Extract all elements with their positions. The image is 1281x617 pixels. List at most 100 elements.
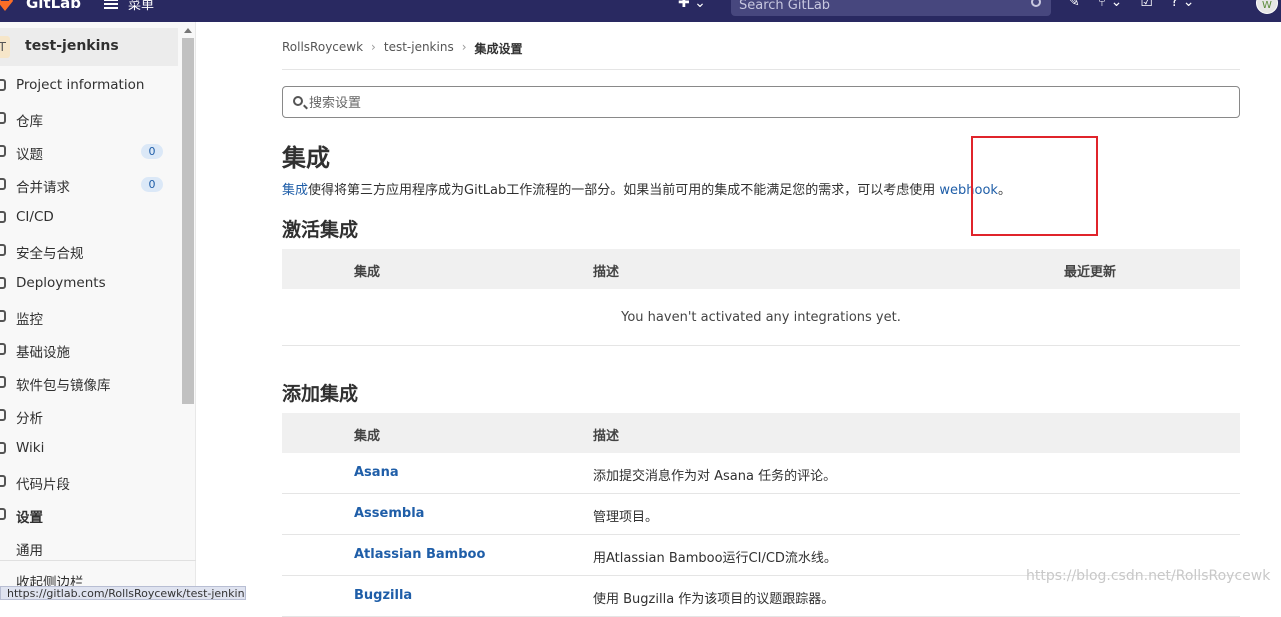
sidebar-item-label: CI/CD [16, 209, 54, 225]
count-badge: 0 [141, 177, 163, 192]
brand-name[interactable]: GitLab [26, 0, 81, 12]
issues-icon[interactable]: ☑ [1140, 0, 1153, 10]
project-name: test-jenkins [25, 38, 119, 54]
integration-link[interactable]: Assembla [354, 506, 424, 521]
chevron-right-icon: › [461, 40, 467, 54]
table-row: Asana 添加提交消息作为对 Asana 任务的评论。 [282, 453, 1240, 494]
table-row: Assembla 管理项目。 [282, 494, 1240, 535]
status-bar-url: https://gitlab.com/RollsRoycewk/test-jen… [0, 586, 246, 600]
integration-link[interactable]: Asana [354, 465, 399, 480]
watermark: https://blog.csdn.net/RollsRoycewk [1026, 568, 1271, 584]
sidebar-item-label: 基础设施 [16, 345, 70, 361]
sidebar-item-label: 设置 [16, 510, 43, 526]
sidebar-item[interactable]: 监控 [0, 304, 178, 330]
sidebar-item[interactable]: CI/CD [0, 205, 178, 231]
sidebar-scrollbar[interactable] [180, 26, 194, 406]
intro-text: 集成使得将第三方应用程序成为GitLab工作流程的一部分。如果当前可用的集成不能… [282, 179, 1011, 198]
global-search-placeholder: Search GitLab [739, 0, 831, 13]
package-icon [0, 376, 6, 388]
column-description: 描述 [593, 429, 620, 444]
sidebar-item-label: 代码片段 [16, 477, 70, 493]
sidebar-item[interactable]: 代码片段 [0, 469, 178, 495]
chart-icon [0, 409, 6, 421]
integration-description: 管理项目。 [593, 510, 659, 525]
page-title: 集成 [282, 144, 330, 172]
sidebar-item-label: 安全与合规 [16, 246, 84, 262]
deployments-icon [0, 277, 6, 289]
info-icon [0, 79, 6, 91]
sidebar-item[interactable]: 安全与合规 [0, 238, 178, 264]
sidebar: T test-jenkins Project information 仓库 议题 0 合… [0, 22, 196, 596]
sidebar-item[interactable]: Wiki [0, 436, 178, 462]
sidebar-item[interactable]: 议题 0 [0, 139, 178, 165]
gitlab-logo-icon[interactable] [0, 0, 14, 12]
sidebar-item[interactable]: 设置 [0, 502, 178, 528]
wiki-icon [0, 442, 6, 454]
settings-search[interactable] [282, 86, 1240, 118]
chevron-right-icon: › [371, 40, 376, 54]
sidebar-item-label: 通用 [16, 543, 43, 559]
sidebar-item-label: 软件包与镜像库 [16, 378, 111, 394]
todo-icon[interactable]: ✎ [1068, 0, 1080, 10]
scroll-up-icon[interactable] [184, 28, 192, 33]
count-badge: 0 [141, 144, 163, 159]
sidebar-item[interactable]: 基础设施 [0, 337, 178, 363]
search-icon [1031, 0, 1041, 7]
sidebar-item[interactable]: 通用 [0, 535, 178, 561]
global-search-input[interactable]: Search GitLab [731, 0, 1051, 16]
column-integration: 集成 [354, 429, 381, 444]
snippet-icon [0, 475, 6, 487]
add-table-header: 集成 描述 [282, 413, 1240, 453]
sidebar-project-header[interactable]: T test-jenkins [0, 28, 178, 66]
breadcrumb: RollsRoycewk › test-jenkins › 集成设置 [282, 40, 523, 57]
sidebar-item[interactable]: 合并请求 0 [0, 172, 178, 198]
sidebar-item-label: 议题 [16, 147, 43, 163]
hamburger-icon [104, 0, 118, 9]
sidebar-item[interactable]: Deployments [0, 271, 178, 297]
settings-icon [0, 508, 6, 520]
active-empty-state: You haven't activated any integrations y… [282, 289, 1240, 346]
integration-description: 使用 Bugzilla 作为该项目的议题跟踪器。 [593, 592, 835, 607]
search-icon [293, 96, 303, 106]
menu-button[interactable]: 菜单 [104, 0, 154, 13]
top-icons: ✎ ⑂ ⌄ ☑ ? ⌄ [1068, 0, 1195, 10]
user-avatar[interactable]: W [1256, 0, 1278, 14]
breadcrumb-project[interactable]: test-jenkins [384, 40, 454, 57]
settings-search-input[interactable] [309, 93, 1209, 113]
sidebar-item-label: 仓库 [16, 114, 43, 130]
scrollbar-thumb[interactable] [182, 38, 194, 404]
monitor-icon [0, 310, 6, 322]
plus-dropdown-icon[interactable]: ✚ ⌄ [678, 0, 706, 11]
active-integrations-heading: 激活集成 [282, 219, 359, 241]
add-integrations-heading: 添加集成 [282, 383, 359, 405]
merge-requests-icon[interactable]: ⑂ ⌄ [1098, 0, 1123, 10]
menu-label: 菜单 [128, 0, 155, 13]
sidebar-item[interactable]: 分析 [0, 403, 178, 429]
sidebar-item[interactable]: 仓库 [0, 106, 178, 132]
column-integration: 集成 [354, 265, 381, 280]
breadcrumb-user[interactable]: RollsRoycewk [282, 40, 363, 57]
sidebar-item[interactable]: 软件包与镜像库 [0, 370, 178, 396]
breadcrumb-current[interactable]: 集成设置 [475, 40, 523, 57]
sidebar-item-label: Deployments [16, 275, 106, 291]
merge-request-icon [0, 178, 6, 190]
sidebar-item-label: 分析 [16, 411, 43, 427]
shield-icon [0, 244, 6, 256]
annotation-highlight-box [971, 136, 1098, 236]
integrations-docs-link[interactable]: 集成 [282, 183, 308, 198]
active-table-header: 集成 描述 最近更新 [282, 249, 1240, 289]
divider [282, 69, 1240, 70]
column-last-updated: 最近更新 [1064, 265, 1117, 280]
intro-body: 使得将第三方应用程序成为GitLab工作流程的一部分。如果当前可用的集成不能满足… [308, 183, 940, 198]
integration-description: 添加提交消息作为对 Asana 任务的评论。 [593, 469, 837, 484]
sidebar-item-label: 合并请求 [16, 180, 70, 196]
help-icon[interactable]: ? ⌄ [1171, 0, 1195, 10]
integration-description: 用Atlassian Bamboo运行CI/CD流水线。 [593, 551, 837, 566]
project-avatar: T [0, 36, 10, 58]
sidebar-item[interactable]: Project information [0, 73, 178, 99]
sidebar-item-label: Project information [16, 77, 145, 93]
book-icon [0, 112, 6, 124]
integration-link[interactable]: Atlassian Bamboo [354, 547, 485, 562]
rocket-icon [0, 211, 6, 223]
sidebar-item-label: 监控 [16, 312, 43, 328]
